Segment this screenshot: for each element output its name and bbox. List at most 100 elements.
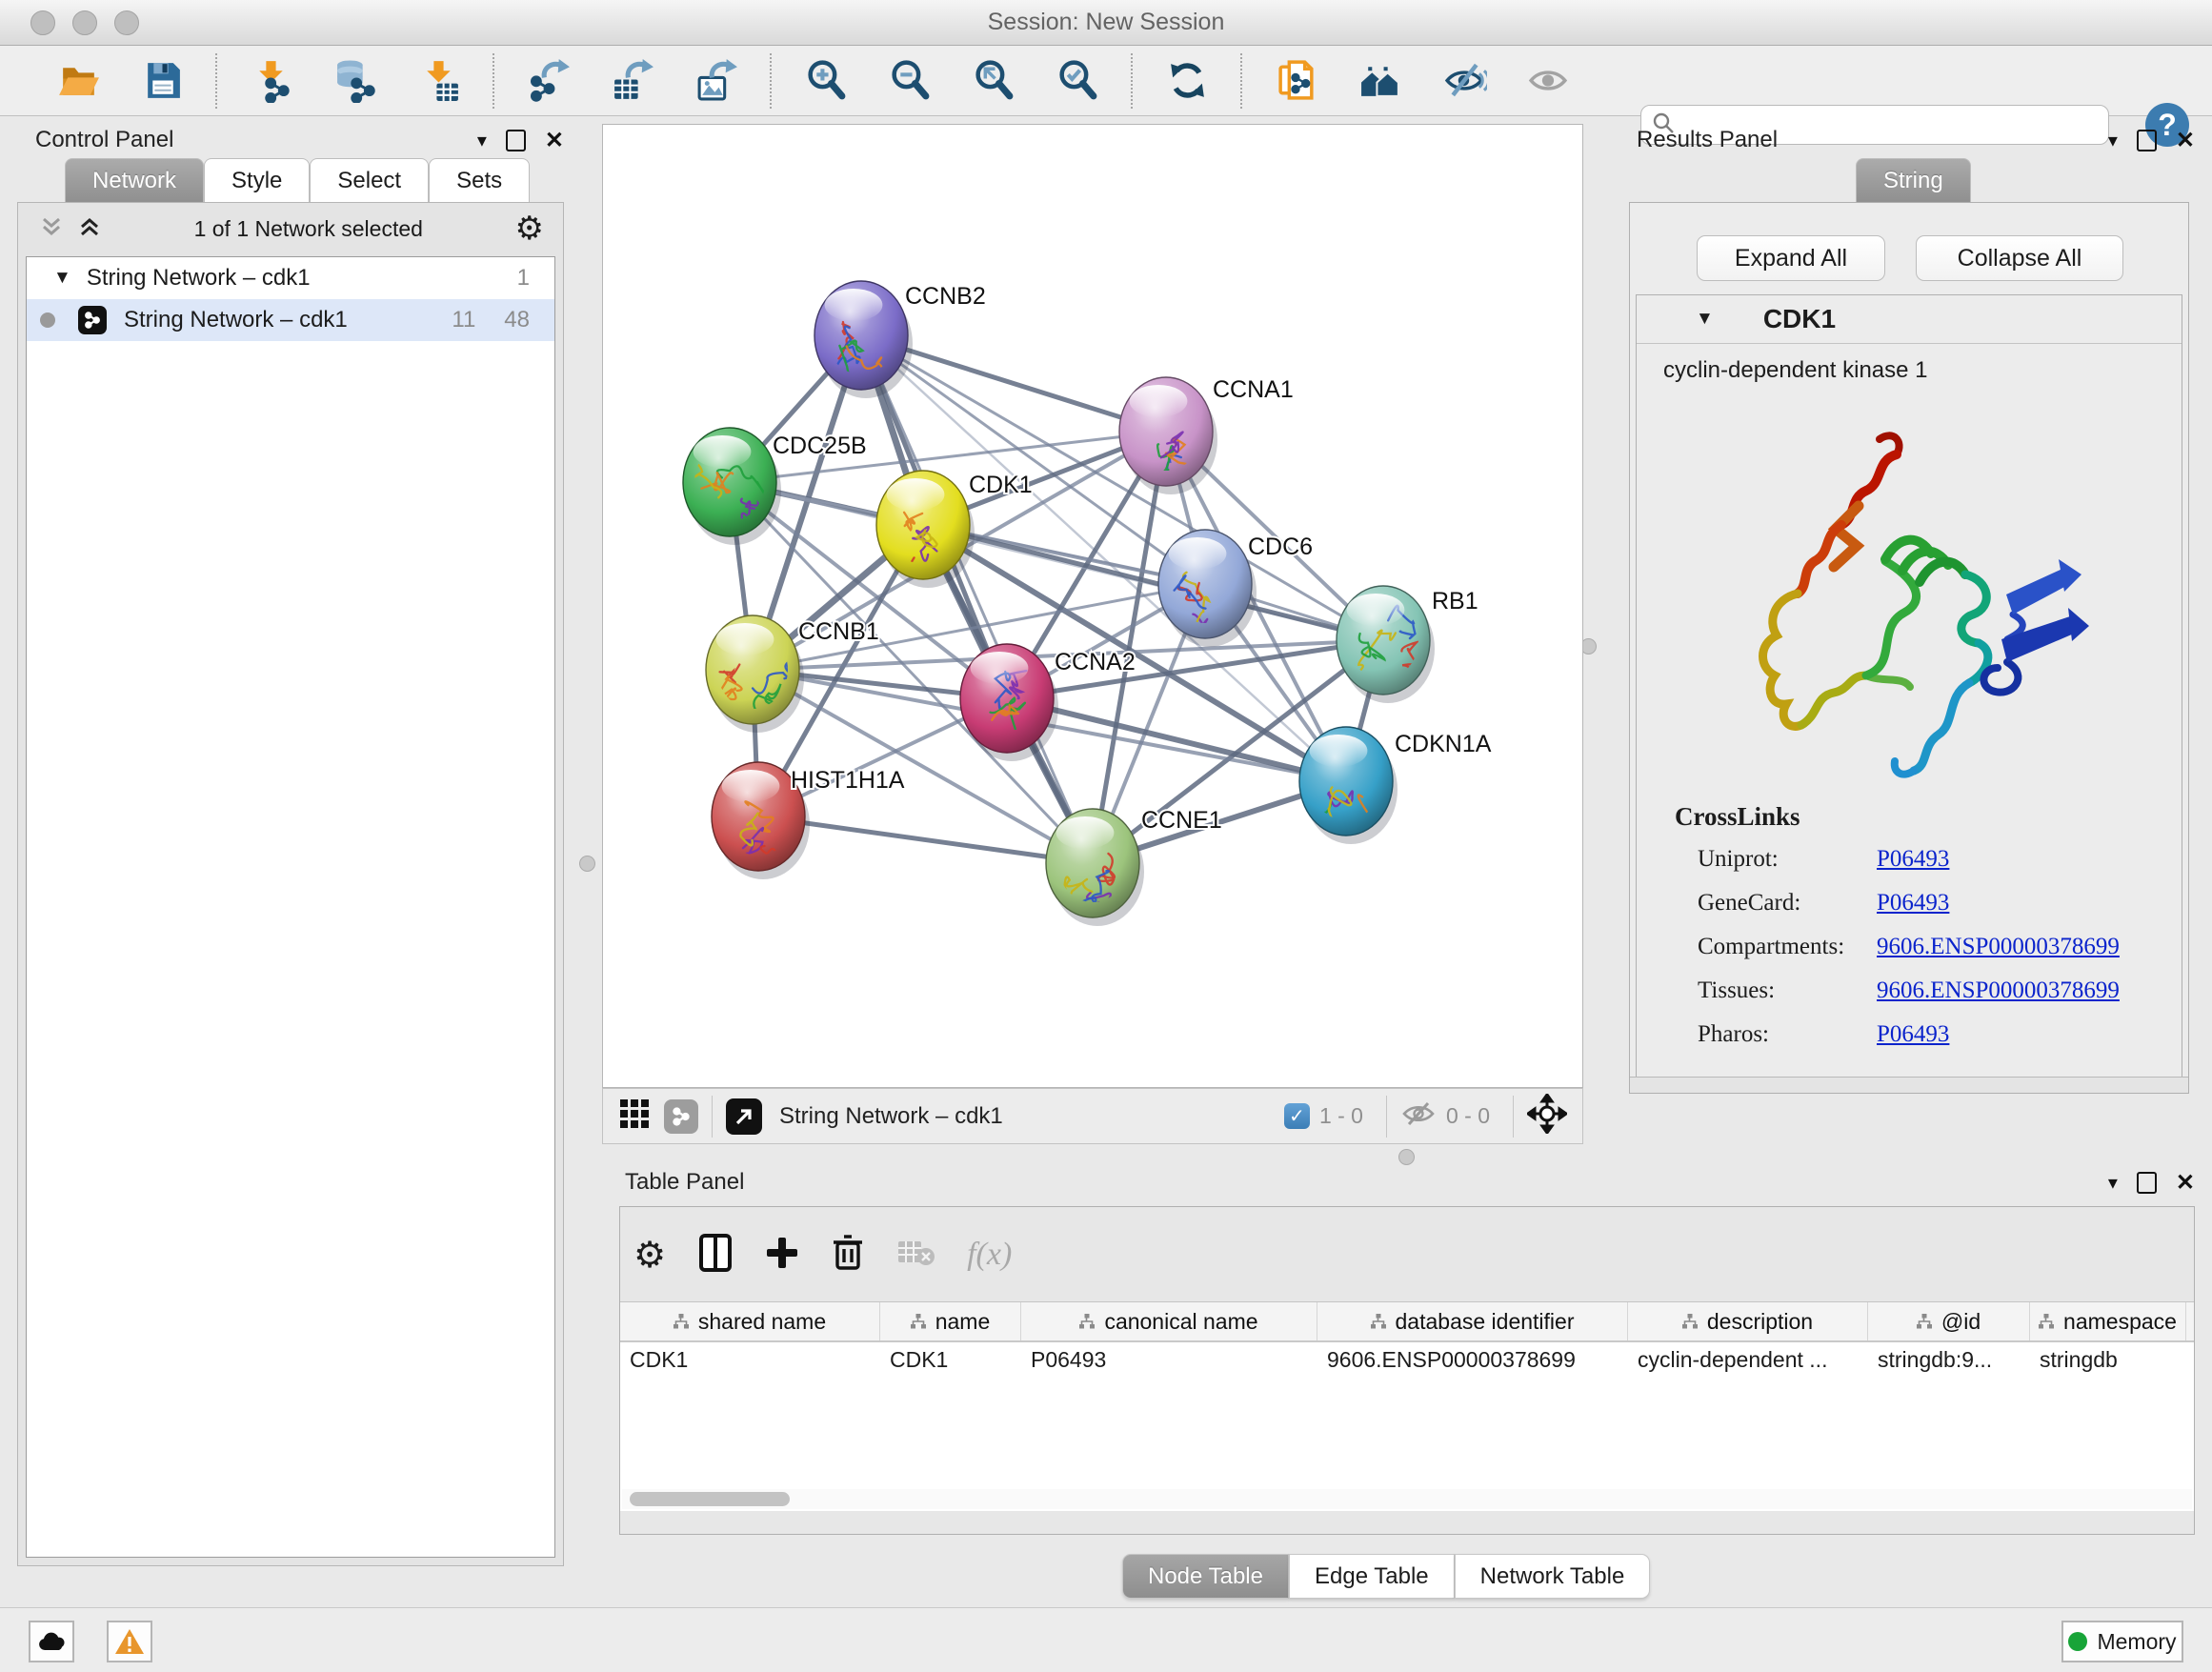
- export-image-icon[interactable]: [674, 52, 758, 110]
- cloud-icon: [36, 1630, 67, 1653]
- table-hscroll-thumb[interactable]: [630, 1492, 790, 1506]
- network-node[interactable]: HIST1H1A: [712, 762, 905, 879]
- warning-status-button[interactable]: [107, 1621, 152, 1662]
- tab-style[interactable]: Style: [204, 158, 310, 203]
- network-options-gear-icon[interactable]: ⚙: [515, 212, 544, 245]
- zoom-out-icon[interactable]: [868, 52, 952, 110]
- export-network-icon[interactable]: [507, 52, 591, 110]
- table-cell[interactable]: stringdb:9...: [1868, 1342, 2030, 1380]
- network-canvas[interactable]: CCNB2CCNA1CDC25BCDK1CDC6RB1CCNB1CCNA2CDK…: [602, 124, 1583, 1088]
- network-node[interactable]: CDC6: [1158, 530, 1313, 647]
- network-node[interactable]: CCNA1: [1119, 376, 1294, 497]
- hide-selected-icon[interactable]: [1422, 52, 1506, 110]
- network-tree: ▼ String Network – cdk1 1 String Network…: [26, 256, 555, 1558]
- section-collapse-icon[interactable]: ▼: [1696, 309, 1714, 330]
- column-header-name[interactable]: name: [880, 1302, 1021, 1340]
- tab-network-table[interactable]: Network Table: [1455, 1554, 1651, 1599]
- add-column-icon[interactable]: [765, 1236, 799, 1275]
- tab-sets[interactable]: Sets: [429, 158, 530, 203]
- import-network-file-icon[interactable]: [230, 52, 313, 110]
- selected-checkbox-icon[interactable]: ✓: [1284, 1103, 1310, 1129]
- crosslink-link[interactable]: P06493: [1877, 890, 1949, 917]
- table-hscrollbar[interactable]: [622, 1489, 2192, 1509]
- results-panel-menu-icon[interactable]: ▾: [2108, 129, 2118, 152]
- results-panel-close-icon[interactable]: ✕: [2176, 127, 2195, 154]
- tab-node-table[interactable]: Node Table: [1122, 1554, 1289, 1599]
- table-cell[interactable]: CDK1: [880, 1342, 1021, 1380]
- open-in-window-icon[interactable]: [726, 1098, 762, 1135]
- network-share-icon[interactable]: [664, 1099, 698, 1134]
- results-panel-float-icon[interactable]: [2137, 130, 2157, 151]
- delete-column-icon[interactable]: [832, 1234, 864, 1277]
- hidden-eye-icon[interactable]: [1400, 1099, 1437, 1133]
- clone-network-icon[interactable]: [1255, 52, 1338, 110]
- zoom-in-icon[interactable]: [784, 52, 868, 110]
- column-header-description[interactable]: description: [1628, 1302, 1868, 1340]
- import-network-database-icon[interactable]: [313, 52, 397, 110]
- open-file-icon[interactable]: [36, 52, 120, 110]
- table-cell[interactable]: stringdb: [2030, 1342, 2186, 1380]
- node-label: CDK1: [969, 472, 1033, 498]
- expand-all-tree-icon[interactable]: [77, 214, 102, 244]
- table-panel-close-icon[interactable]: ✕: [2176, 1169, 2195, 1197]
- memory-button[interactable]: Memory: [2061, 1621, 2183, 1662]
- network-node[interactable]: CCNB2: [814, 281, 986, 398]
- crosslink-link[interactable]: P06493: [1877, 846, 1949, 873]
- expand-all-button[interactable]: Expand All: [1697, 235, 1885, 281]
- table-cell[interactable]: cyclin-dependent ...: [1628, 1342, 1868, 1380]
- show-all-icon: [1506, 52, 1590, 110]
- tab-select[interactable]: Select: [310, 158, 429, 203]
- network-tree-row[interactable]: String Network – cdk1 11 48: [27, 299, 554, 341]
- zoom-selected-icon[interactable]: [1036, 52, 1119, 110]
- birds-eye-toggle-icon[interactable]: [1527, 1094, 1567, 1138]
- column-header-id[interactable]: @id: [1868, 1302, 2030, 1340]
- table-cell[interactable]: P06493: [1021, 1342, 1317, 1380]
- gene-section-header[interactable]: ▼ CDK1: [1637, 295, 2182, 344]
- network-node[interactable]: CCNA2: [960, 644, 1136, 761]
- selected-counts: 1 - 0: [1319, 1103, 1363, 1129]
- network-tree-root-row[interactable]: ▼ String Network – cdk1 1: [27, 257, 554, 299]
- table-cell[interactable]: 9606.ENSP00000378699: [1317, 1342, 1628, 1380]
- table-row[interactable]: CDK1CDK1P064939606.ENSP00000378699cyclin…: [620, 1342, 2194, 1380]
- crosslink-link[interactable]: 9606.ENSP00000378699: [1877, 977, 2120, 1004]
- gene-description: cyclin-dependent kinase 1: [1663, 357, 2182, 384]
- column-header-canonicalname[interactable]: canonical name: [1021, 1302, 1317, 1340]
- birds-eye-view-icon[interactable]: [1338, 52, 1422, 110]
- left-splitter-handle[interactable]: [579, 856, 595, 872]
- collapse-all-button[interactable]: Collapse All: [1916, 235, 2123, 281]
- tab-string[interactable]: String: [1856, 158, 1971, 203]
- zoom-fit-icon[interactable]: [952, 52, 1036, 110]
- bottom-splitter-handle[interactable]: [1398, 1149, 1415, 1165]
- control-panel-float-icon[interactable]: [506, 130, 526, 151]
- table-panel-float-icon[interactable]: [2137, 1172, 2157, 1194]
- network-node[interactable]: CDKN1A: [1299, 727, 1492, 844]
- collapse-all-tree-icon[interactable]: [39, 214, 64, 244]
- tab-network[interactable]: Network: [65, 158, 204, 203]
- memory-label: Memory: [2097, 1629, 2176, 1655]
- import-table-file-icon[interactable]: [397, 52, 481, 110]
- node-label: CCNB1: [798, 618, 879, 645]
- apply-layout-icon[interactable]: [1145, 52, 1229, 110]
- network-node[interactable]: CCNE1: [1046, 807, 1222, 926]
- column-header-databaseidentifier[interactable]: database identifier: [1317, 1302, 1628, 1340]
- network-node[interactable]: RB1: [1337, 586, 1478, 703]
- function-builder-icon: f(x): [967, 1237, 1012, 1273]
- crosslink-link[interactable]: P06493: [1877, 1021, 1949, 1048]
- column-header-namespace[interactable]: namespace: [2030, 1302, 2186, 1340]
- save-session-icon[interactable]: [120, 52, 204, 110]
- export-table-icon[interactable]: [591, 52, 674, 110]
- control-panel-menu-icon[interactable]: ▾: [477, 129, 487, 152]
- table-options-gear-icon[interactable]: ⚙: [633, 1234, 666, 1276]
- memory-status-dot: [2068, 1632, 2087, 1651]
- grid-view-icon[interactable]: [618, 1098, 651, 1135]
- column-header-sharedname[interactable]: shared name: [620, 1302, 880, 1340]
- tree-collapse-icon[interactable]: ▼: [53, 268, 71, 289]
- show-columns-icon[interactable]: [698, 1233, 733, 1278]
- table-panel-menu-icon[interactable]: ▾: [2108, 1171, 2118, 1195]
- crosslink-link[interactable]: 9606.ENSP00000378699: [1877, 934, 2120, 960]
- cloud-status-button[interactable]: [29, 1621, 74, 1662]
- control-panel-close-icon[interactable]: ✕: [545, 127, 564, 154]
- table-cell[interactable]: CDK1: [620, 1342, 880, 1380]
- crosslink-label: Compartments:: [1698, 934, 1877, 960]
- tab-edge-table[interactable]: Edge Table: [1289, 1554, 1455, 1599]
